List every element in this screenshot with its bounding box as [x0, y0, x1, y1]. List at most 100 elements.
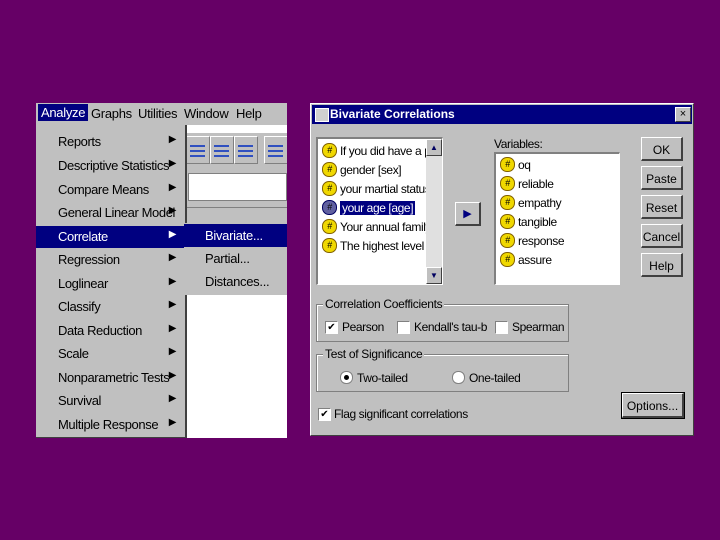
- list-item-label: response: [518, 233, 565, 248]
- scroll-up-icon[interactable]: ▲: [426, 139, 442, 156]
- menu-item-classify[interactable]: Classify ▶: [36, 296, 185, 318]
- vertical-scrollbar[interactable]: ▲ ▼: [426, 139, 442, 284]
- submenu-arrow-icon: ▶: [168, 393, 177, 404]
- list-item-label: empathy: [518, 195, 562, 210]
- checkmark-icon: ✔: [320, 409, 329, 420]
- close-button[interactable]: ×: [675, 107, 691, 122]
- menu-item-regression[interactable]: Regression ▶: [36, 249, 185, 271]
- menu-item-survival[interactable]: Survival ▶: [36, 390, 185, 412]
- submenu-item-distances[interactable]: Distances...: [184, 270, 287, 293]
- menu-item-label: General Linear Model: [58, 205, 176, 220]
- submenu-arrow-icon: ▶: [168, 276, 177, 287]
- dialog-titlebar[interactable]: Bivariate Correlations ×: [312, 105, 692, 124]
- spearman-checkbox[interactable]: [495, 321, 508, 334]
- list-item[interactable]: # The highest level of: [322, 238, 436, 257]
- variables-label: Variables:: [494, 137, 543, 151]
- target-variable-list[interactable]: # oq # reliable # empathy # tangible # respon…: [494, 152, 620, 285]
- toolbar-button[interactable]: [210, 136, 234, 164]
- help-button[interactable]: Help: [641, 253, 683, 277]
- toolbar-button[interactable]: [186, 136, 210, 164]
- numeric-variable-icon: #: [500, 176, 515, 192]
- list-item[interactable]: # empathy: [500, 195, 562, 214]
- submenu-item-bivariate[interactable]: Bivariate...: [184, 224, 287, 247]
- numeric-variable-icon: #: [322, 238, 337, 254]
- submenu-arrow-icon: ▶: [168, 205, 177, 216]
- menu-item-label: Loglinear: [58, 276, 108, 291]
- list-item[interactable]: # If you did have a pro: [322, 143, 441, 162]
- reset-button[interactable]: Reset: [641, 195, 683, 219]
- numeric-variable-icon: #: [500, 252, 515, 268]
- paste-button[interactable]: Paste: [641, 166, 683, 190]
- radio-selected-dot: [344, 375, 349, 380]
- menu-item-compare-means[interactable]: Compare Means ▶: [36, 179, 185, 201]
- two-tailed-label: Two-tailed: [357, 371, 408, 385]
- toolbar-button[interactable]: [264, 136, 287, 164]
- group-label: Correlation Coefficients: [323, 297, 445, 311]
- test-of-significance-group: Test of Significance Two-tailed One-tail…: [316, 347, 569, 392]
- menu-item-descriptive-statistics[interactable]: Descriptive Statistics ▶: [36, 155, 185, 177]
- list-item[interactable]: # Your annual family in: [322, 219, 442, 238]
- list-item-label: tangible: [518, 214, 557, 229]
- kendall-checkbox[interactable]: [397, 321, 410, 334]
- menu-item-multiple-response[interactable]: Multiple Response ▶: [36, 414, 185, 436]
- toolbar-button[interactable]: [234, 136, 258, 164]
- submenu-arrow-icon: ▶: [168, 229, 177, 240]
- numeric-variable-icon: #: [322, 181, 337, 197]
- options-button[interactable]: Options...: [621, 392, 685, 419]
- menu-utilities[interactable]: Utilities: [138, 106, 178, 121]
- cell-editor-input[interactable]: [188, 173, 287, 201]
- numeric-variable-icon: #: [500, 195, 515, 211]
- menu-item-scale[interactable]: Scale ▶: [36, 343, 185, 365]
- numeric-variable-icon: #: [500, 214, 515, 230]
- list-item[interactable]: # your martial status [: [322, 181, 437, 200]
- menu-item-reports[interactable]: Reports ▶: [36, 131, 185, 153]
- menu-item-general-linear-model[interactable]: General Linear Model ▶: [36, 202, 185, 224]
- scroll-down-icon[interactable]: ▼: [426, 267, 442, 284]
- menu-item-label: Correlate: [58, 229, 108, 244]
- ok-button[interactable]: OK: [641, 137, 683, 161]
- menu-item-loglinear[interactable]: Loglinear ▶: [36, 273, 185, 295]
- list-item[interactable]: # oq: [500, 157, 531, 176]
- menu-window[interactable]: Window: [184, 106, 229, 121]
- menu-item-label: Data Reduction: [58, 323, 143, 338]
- numeric-variable-icon: #: [322, 219, 337, 235]
- menu-bar: Analyze Graphs Utilities Window Help: [36, 103, 287, 125]
- one-tailed-label: One-tailed: [469, 371, 521, 385]
- numeric-variable-icon: #: [322, 200, 337, 216]
- menu-item-label: Reports: [58, 134, 101, 149]
- submenu-item-partial[interactable]: Partial...: [184, 247, 287, 270]
- list-item-label: oq: [518, 157, 531, 172]
- list-item[interactable]: # gender [sex]: [322, 162, 402, 181]
- flag-significant-checkbox[interactable]: ✔: [318, 408, 331, 421]
- checkmark-icon: ✔: [327, 322, 336, 333]
- menu-item-nonparametric-tests[interactable]: Nonparametric Tests ▶: [36, 367, 185, 389]
- list-item-label: reliable: [518, 176, 554, 191]
- submenu-item-label: Bivariate...: [205, 228, 263, 243]
- source-variable-list[interactable]: # If you did have a pro # gender [sex] # yo…: [316, 137, 443, 285]
- menu-graphs[interactable]: Graphs: [91, 106, 132, 121]
- list-item[interactable]: # tangible: [500, 214, 557, 233]
- move-to-variables-button[interactable]: ▶: [455, 202, 481, 226]
- right-arrow-icon: ▶: [463, 208, 472, 220]
- two-tailed-radio[interactable]: [340, 371, 353, 384]
- cancel-button[interactable]: Cancel: [641, 224, 683, 248]
- pearson-checkbox[interactable]: ✔: [325, 321, 338, 334]
- menu-item-data-reduction[interactable]: Data Reduction ▶: [36, 320, 185, 342]
- menu-analyze[interactable]: Analyze: [38, 104, 89, 121]
- submenu-arrow-icon: ▶: [168, 299, 177, 310]
- submenu-arrow-icon: ▶: [168, 182, 177, 193]
- list-item[interactable]: # your age [age]: [322, 200, 416, 219]
- numeric-variable-icon: #: [500, 157, 515, 173]
- one-tailed-radio[interactable]: [452, 371, 465, 384]
- correlation-coefficients-group: Correlation Coefficients ✔ Pearson Kenda…: [316, 297, 569, 342]
- menu-item-correlate[interactable]: Correlate ▶: [36, 226, 185, 248]
- menu-help[interactable]: Help: [236, 106, 262, 121]
- list-item[interactable]: # response: [500, 233, 565, 252]
- cell-editor-area: [186, 167, 287, 207]
- menu-item-label: Nonparametric Tests: [58, 370, 170, 385]
- submenu-arrow-icon: ▶: [168, 252, 177, 263]
- list-item[interactable]: # reliable: [500, 176, 554, 195]
- bivariate-correlations-dialog: Bivariate Correlations × # If you did hav…: [310, 103, 694, 436]
- list-item[interactable]: # assure: [500, 252, 552, 271]
- dialog-title: Bivariate Correlations: [330, 107, 455, 121]
